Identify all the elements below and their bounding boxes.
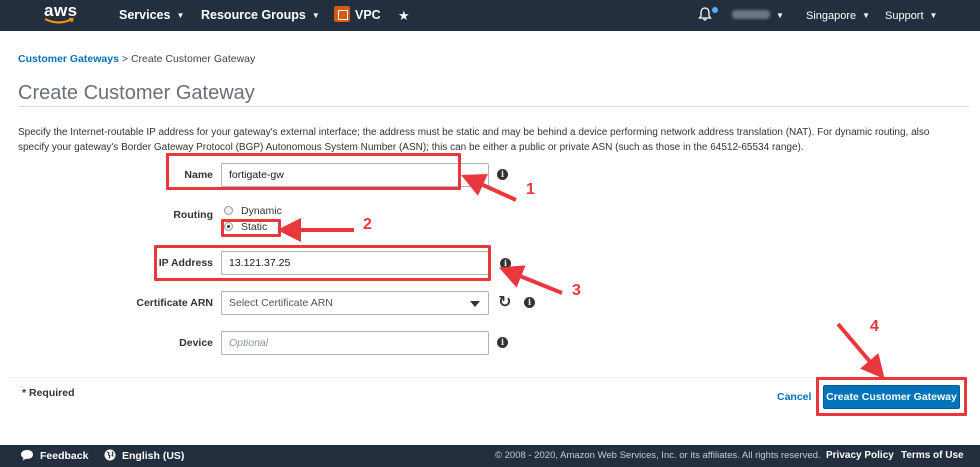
page-title: Create Customer Gateway <box>18 82 255 104</box>
breadcrumb-current: Create Customer Gateway <box>130 53 256 65</box>
chevron-down-icon: ▼ <box>929 11 938 20</box>
info-icon[interactable]: i <box>500 258 511 269</box>
notifications-bell-icon[interactable] <box>698 0 712 31</box>
highlight-create-button <box>816 377 967 416</box>
radio-dynamic[interactable] <box>224 206 233 215</box>
chat-bubble-icon <box>21 450 33 461</box>
copyright-text: © 2008 - 2020, Amazon Web Services, Inc.… <box>495 450 821 461</box>
chevron-down-icon: ▼ <box>311 11 320 20</box>
required-note: * Required <box>22 387 75 399</box>
chevron-down-icon: ▼ <box>176 11 185 20</box>
cancel-button[interactable]: Cancel <box>777 391 811 403</box>
title-divider <box>18 106 969 107</box>
globe-icon <box>104 449 116 461</box>
breadcrumb: Customer Gateways > Create Customer Gate… <box>18 53 255 65</box>
highlight-ip-address-field <box>154 245 491 281</box>
certificate-arn-placeholder: Select Certificate ARN <box>229 297 333 309</box>
language-selector[interactable]: English (US) <box>104 445 184 467</box>
account-name-redacted <box>732 10 770 19</box>
certificate-arn-label: Certificate ARN <box>136 297 213 309</box>
annotation-arrow-3 <box>498 265 563 295</box>
breadcrumb-separator: > <box>121 53 129 65</box>
terms-of-use-link[interactable]: Terms of Use <box>901 445 964 467</box>
routing-label: Routing <box>173 209 213 221</box>
language-label: English (US) <box>122 450 185 462</box>
services-menu[interactable]: Services ▼ <box>119 0 184 31</box>
annotation-number-1: 1 <box>526 181 535 198</box>
bell-icon <box>698 7 712 21</box>
refresh-icon[interactable]: ↻ <box>498 295 511 311</box>
privacy-policy-link[interactable]: Privacy Policy <box>826 445 894 467</box>
vpc-service-icon <box>334 6 350 22</box>
feedback-link[interactable]: Feedback <box>20 445 88 467</box>
support-menu[interactable]: Support ▼ <box>885 0 937 31</box>
info-icon[interactable]: i <box>524 297 535 308</box>
highlight-name-field <box>166 153 461 190</box>
device-label: Device <box>179 337 213 349</box>
breadcrumb-customer-gateways[interactable]: Customer Gateways <box>18 53 119 65</box>
aws-logo[interactable]: aws <box>44 2 78 33</box>
info-icon[interactable]: i <box>497 169 508 180</box>
chevron-down-icon: ▼ <box>862 11 871 20</box>
annotation-number-3: 3 <box>572 282 581 299</box>
routing-dynamic-label: Dynamic <box>241 205 282 217</box>
region-label: Singapore <box>806 10 857 22</box>
chevron-down-icon: ▼ <box>776 11 784 20</box>
chevron-down-icon <box>470 301 480 307</box>
resource-groups-label: Resource Groups <box>201 8 306 22</box>
region-menu[interactable]: Singapore ▼ <box>806 0 870 31</box>
annotation-number-2: 2 <box>363 216 372 233</box>
services-label: Services <box>119 8 171 22</box>
annotation-number-4: 4 <box>870 318 879 335</box>
certificate-arn-select[interactable]: Select Certificate ARN <box>221 291 489 315</box>
notification-dot <box>712 7 718 13</box>
aws-logo-text: aws <box>44 1 78 20</box>
footer: Feedback English (US) © 2008 - 2020, Ama… <box>0 445 980 467</box>
pin-icon[interactable]: ★ <box>398 0 410 31</box>
feedback-label: Feedback <box>40 450 89 462</box>
vpc-service-link[interactable]: VPC <box>334 0 381 31</box>
support-label: Support <box>885 10 924 22</box>
resource-groups-menu[interactable]: Resource Groups ▼ <box>201 0 320 31</box>
info-icon[interactable]: i <box>497 337 508 348</box>
device-input[interactable]: Optional <box>221 331 489 355</box>
routing-option-dynamic[interactable]: Dynamic <box>224 205 282 217</box>
page-description: Specify the Internet-routable IP address… <box>18 127 930 153</box>
top-navigation-bar: aws Services ▼ Resource Groups ▼ VPC ★ ▼ S… <box>0 0 980 31</box>
highlight-static-option <box>221 219 281 237</box>
account-menu[interactable]: ▼ <box>732 0 784 31</box>
vpc-label: VPC <box>355 8 381 22</box>
